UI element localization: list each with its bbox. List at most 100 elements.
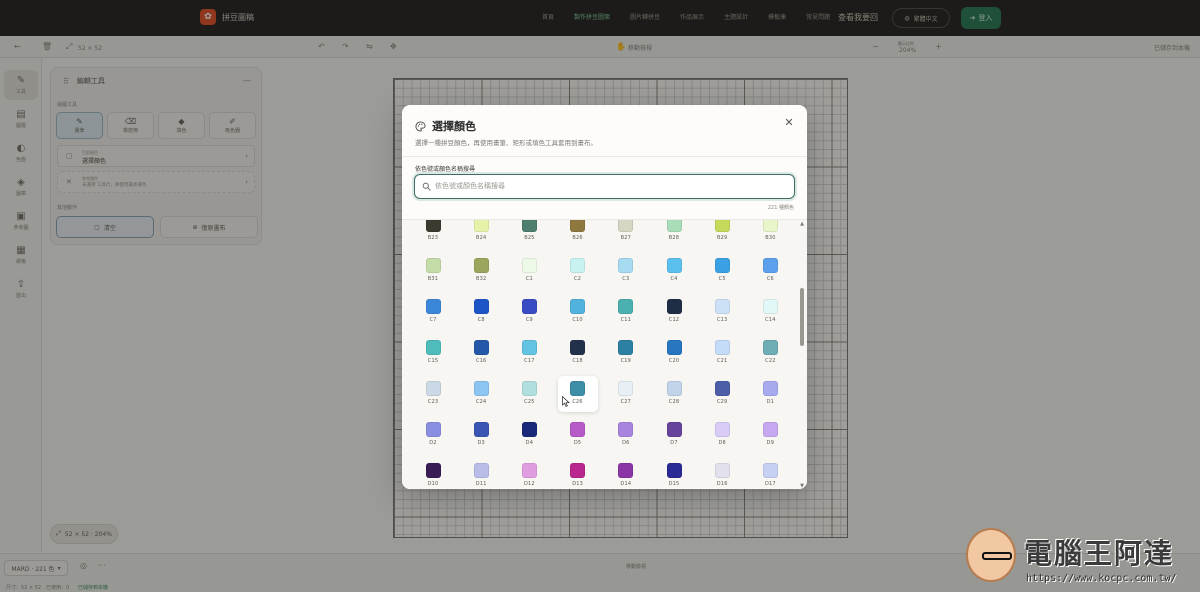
color-swatch-option[interactable]: C2	[558, 253, 598, 289]
color-swatch-option[interactable]: D15	[654, 458, 694, 489]
swatch-code: C9	[525, 317, 533, 323]
swatch-color-chip	[570, 422, 586, 437]
swatch-color-chip	[666, 340, 682, 355]
color-swatch-option[interactable]: D4	[509, 417, 549, 453]
scroll-up-icon[interactable]: ▲	[799, 221, 805, 227]
color-swatch-option[interactable]: D9	[750, 417, 790, 453]
swatch-code: D4	[525, 440, 534, 446]
color-swatch-option[interactable]: B32	[461, 253, 501, 289]
swatch-code: C12	[668, 317, 680, 323]
color-swatch-option[interactable]: C9	[509, 294, 549, 330]
color-swatch-option[interactable]: C24	[461, 376, 501, 412]
swatch-code: C16	[475, 358, 487, 364]
color-swatch-option[interactable]: C12	[654, 294, 694, 330]
color-swatch-option[interactable]: D11	[461, 458, 501, 489]
swatch-color-chip	[425, 220, 441, 232]
search-box[interactable]	[414, 174, 795, 199]
color-swatch-option[interactable]: D6	[606, 417, 646, 453]
color-swatch-option[interactable]: D14	[606, 458, 646, 489]
color-swatch-option[interactable]: C20	[654, 335, 694, 371]
color-swatch-option[interactable]: C17	[509, 335, 549, 371]
color-swatch-option[interactable]: B24	[461, 220, 501, 248]
swatch-code: C23	[427, 399, 439, 405]
color-swatch-option[interactable]: C28	[654, 376, 694, 412]
color-swatch-option[interactable]: D10	[413, 458, 453, 489]
swatch-code: C14	[765, 317, 776, 323]
color-swatch-option[interactable]: D17	[750, 458, 790, 489]
color-swatch-option[interactable]: D16	[702, 458, 742, 489]
swatch-code: B28	[668, 235, 680, 241]
swatch-code: B23	[427, 235, 439, 241]
swatch-code: D2	[429, 440, 437, 446]
color-swatch-option[interactable]: C23	[413, 376, 453, 412]
color-swatch-option[interactable]: B23	[413, 220, 453, 248]
swatch-color-chip	[570, 340, 586, 355]
color-swatch-option[interactable]: C1	[509, 253, 549, 289]
color-swatch-option[interactable]: D8	[702, 417, 742, 453]
color-swatch-option[interactable]: C29	[702, 376, 742, 412]
swatch-code: B30	[765, 235, 776, 241]
color-swatch-option[interactable]: B25	[509, 220, 549, 248]
swatch-color-chip	[521, 299, 537, 314]
color-swatch-option[interactable]: B26	[558, 220, 598, 248]
color-swatch-option[interactable]: C19	[606, 335, 646, 371]
swatch-color-chip	[714, 381, 730, 396]
color-swatch-option[interactable]: B28	[654, 220, 694, 248]
color-swatch-option[interactable]: B30	[750, 220, 790, 248]
swatch-color-chip	[521, 463, 537, 478]
color-swatch-option[interactable]: C7	[413, 294, 453, 330]
swatch-code: C19	[620, 358, 632, 364]
swatch-color-chip	[425, 299, 441, 314]
color-swatch-option[interactable]: C16	[461, 335, 501, 371]
color-swatch-option[interactable]: C21	[702, 335, 742, 371]
swatch-code: D15	[668, 481, 680, 487]
color-swatch-option[interactable]: C25	[509, 376, 549, 412]
color-swatch-option[interactable]: B27	[606, 220, 646, 248]
color-swatch-option[interactable]: B29	[702, 220, 742, 248]
color-swatch-option[interactable]: C22	[750, 335, 790, 371]
swatch-code: C18	[572, 358, 583, 364]
color-swatch-option[interactable]: C11	[606, 294, 646, 330]
color-swatch-option[interactable]: D1	[750, 376, 790, 412]
color-swatch-option[interactable]: C4	[654, 253, 694, 289]
swatch-code: D5	[573, 440, 582, 446]
color-swatch-option[interactable]: C13	[702, 294, 742, 330]
search-input[interactable]	[435, 175, 785, 197]
swatch-code: D12	[523, 481, 535, 487]
color-swatch-option[interactable]: C8	[461, 294, 501, 330]
color-swatch-option[interactable]: C15	[413, 335, 453, 371]
scrollbar-thumb[interactable]	[800, 288, 804, 346]
color-swatch-option[interactable]: C6	[750, 253, 790, 289]
watermark-url: https://www.kocpc.com.tw/	[1026, 573, 1177, 584]
color-swatch-option[interactable]: C3	[606, 253, 646, 289]
scroll-down-icon[interactable]: ▼	[799, 483, 805, 489]
swatch-code: B25	[524, 235, 535, 241]
swatch-color-chip	[666, 422, 682, 437]
color-swatch-option[interactable]: C18	[558, 335, 598, 371]
swatch-code: D16	[716, 481, 728, 487]
color-swatch-option[interactable]: C27	[606, 376, 646, 412]
swatch-color-chip	[521, 258, 537, 273]
watermark-title: 電腦王阿達	[1024, 537, 1175, 570]
color-swatch-option[interactable]: D2	[413, 417, 453, 453]
swatch-color-chip	[570, 299, 586, 314]
color-swatch-option[interactable]: D3	[461, 417, 501, 453]
swatch-color-chip	[570, 220, 586, 232]
swatch-code: C3	[622, 276, 630, 282]
swatch-color-chip	[762, 220, 778, 232]
color-swatch-option[interactable]: D5	[558, 417, 598, 453]
color-swatch-option[interactable]: B31	[413, 253, 453, 289]
color-swatch-option[interactable]: D13	[558, 458, 598, 489]
swatch-color-chip	[473, 422, 489, 437]
close-button[interactable]: ✕	[781, 114, 797, 130]
color-swatch-option[interactable]: C14	[750, 294, 790, 330]
color-swatch-option[interactable]: D12	[509, 458, 549, 489]
color-swatch-option[interactable]: C5	[702, 253, 742, 289]
color-swatch-option[interactable]: C10	[558, 294, 598, 330]
swatch-scrollbar[interactable]: ▲ ▼	[799, 221, 805, 489]
swatch-code: C5	[718, 276, 726, 282]
color-swatch-option[interactable]: D7	[654, 417, 694, 453]
swatch-color-chip	[473, 258, 489, 273]
swatch-code: B31	[427, 276, 439, 282]
palette-icon	[415, 120, 426, 132]
